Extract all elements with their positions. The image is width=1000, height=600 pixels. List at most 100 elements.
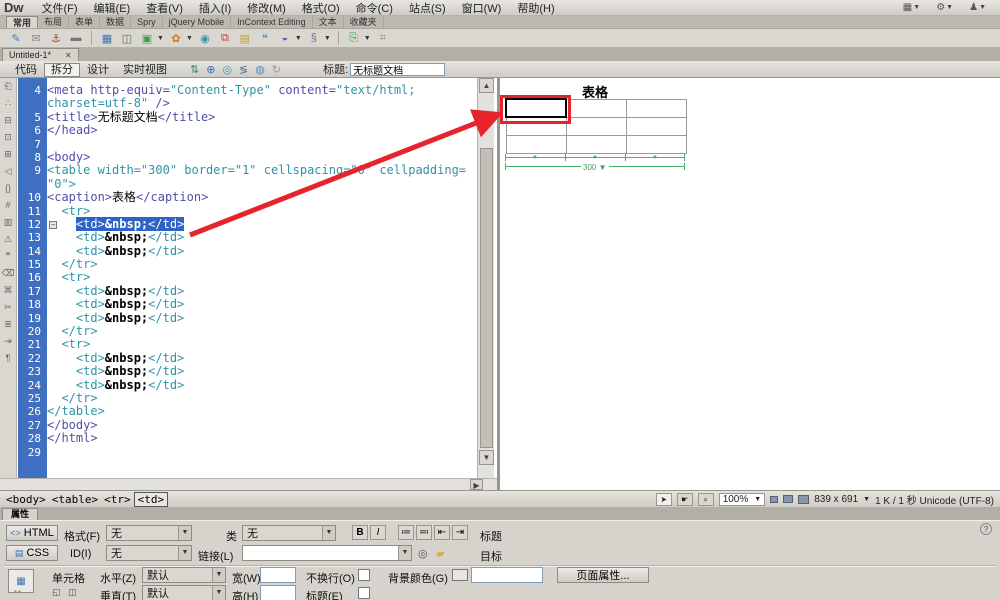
window-size-menu-icon[interactable]: ▼: [863, 496, 870, 503]
merge-cells-icon[interactable]: ◱: [52, 587, 61, 598]
code-line[interactable]: 6</head>: [18, 124, 474, 137]
insert-tab-收藏夹[interactable]: 收藏夹: [344, 16, 384, 28]
unordered-list-icon[interactable]: ≔: [398, 525, 414, 540]
point-to-file-icon[interactable]: ◎: [418, 547, 428, 560]
menu-item[interactable]: 查看(V): [138, 3, 191, 15]
tag-selector-item[interactable]: <body>: [3, 493, 49, 506]
code-line[interactable]: 17 <td>&nbsp;</td>: [18, 285, 474, 298]
dropdown-caret-icon[interactable]: ▼: [364, 35, 371, 42]
inspect-icon[interactable]: ≶: [239, 63, 248, 76]
dropdown-caret-icon[interactable]: ▼: [157, 35, 164, 42]
email-link-icon[interactable]: ✉: [28, 31, 44, 46]
tag-selector-item[interactable]: <table>: [49, 493, 101, 506]
design-view-pane[interactable]: 表格 ▼ ▼ ▼ 300 ▼: [500, 78, 997, 490]
scroll-down-icon[interactable]: ▼: [479, 450, 494, 465]
open-documents-icon[interactable]: ⎗: [4, 81, 11, 91]
insert-div-icon[interactable]: ◫: [119, 31, 135, 46]
refresh-icon[interactable]: ↻: [272, 63, 281, 76]
bold-button[interactable]: B: [352, 525, 368, 540]
hyperlink-icon[interactable]: ✎: [8, 31, 24, 46]
expand-all-icon[interactable]: ⊞: [4, 149, 12, 159]
show-code-navigator-icon[interactable]: ∴: [5, 98, 11, 108]
tablet-size-icon[interactable]: [783, 495, 793, 503]
view-button-拆分[interactable]: 拆分: [44, 63, 80, 77]
menu-item[interactable]: 命令(C): [348, 3, 401, 15]
code-line[interactable]: 20 </tr>: [18, 325, 474, 338]
collapse-full-tag-icon[interactable]: ⊟: [4, 115, 12, 125]
cell-height-input[interactable]: [260, 585, 296, 600]
nowrap-checkbox[interactable]: [358, 569, 370, 581]
window-size-value[interactable]: 839 x 691: [814, 494, 858, 505]
widget-icon[interactable]: ◉: [197, 31, 213, 46]
document-title-input[interactable]: [350, 63, 445, 76]
code-line[interactable]: 23 <td>&nbsp;</td>: [18, 365, 474, 378]
browse-folder-icon[interactable]: ▰: [436, 547, 444, 560]
table-width-bar[interactable]: ▼ ▼ ▼ 300 ▼: [505, 154, 685, 172]
menu-item[interactable]: 窗口(W): [454, 3, 510, 15]
hand-tool-icon[interactable]: ☛: [677, 493, 693, 506]
code-vertical-scrollbar[interactable]: ▲ ▼: [477, 78, 494, 478]
insert-tab-文本[interactable]: 文本: [313, 16, 344, 28]
insert-table-icon[interactable]: ▦: [99, 31, 115, 46]
zoom-tool-icon[interactable]: ⌕: [698, 493, 714, 506]
menu-item[interactable]: 修改(M): [239, 3, 294, 15]
menu-item[interactable]: 编辑(E): [86, 3, 139, 15]
view-button-实时视图[interactable]: 实时视图: [116, 63, 174, 77]
document-tab[interactable]: Untitled-1* ✕: [2, 48, 79, 61]
insert-tab-布局[interactable]: 布局: [38, 16, 69, 28]
highlight-invalid-code-icon[interactable]: ▥: [4, 217, 13, 227]
format-select[interactable]: 无▼: [106, 525, 192, 541]
dropdown-caret-icon[interactable]: ▼: [186, 35, 193, 42]
code-line[interactable]: 5<title>无标题文档</title>: [18, 111, 474, 124]
properties-tab[interactable]: 属性: [2, 508, 38, 520]
collapse-selection-icon[interactable]: ⊡: [4, 132, 12, 142]
head-tags-icon[interactable]: ◒: [277, 31, 293, 46]
code-line[interactable]: 29: [18, 446, 474, 459]
workspace-switcher-icon[interactable]: ▦▼: [903, 2, 920, 13]
header-checkbox[interactable]: [358, 587, 370, 599]
script-icon[interactable]: §: [306, 31, 322, 46]
menu-item[interactable]: 格式(O): [294, 3, 348, 15]
html-mode-button[interactable]: <> HTML: [6, 525, 58, 541]
code-line[interactable]: 4<meta http-equiv="Content-Type" content…: [18, 84, 474, 97]
named-anchor-icon[interactable]: ⚓: [48, 31, 64, 46]
vertical-align-select[interactable]: 默认▼: [142, 585, 226, 600]
code-line[interactable]: 16 <tr>: [18, 271, 474, 284]
insert-tab-表单[interactable]: 表单: [69, 16, 100, 28]
visual-aids-icon[interactable]: ◍: [255, 63, 265, 76]
italic-button[interactable]: I: [370, 525, 386, 540]
panel-gripper[interactable]: ▪▪: [14, 587, 22, 596]
menu-item[interactable]: 帮助(H): [509, 3, 562, 15]
outdent-icon[interactable]: ⇤: [434, 525, 450, 540]
code-line[interactable]: 21 <tr>: [18, 338, 474, 351]
file-management-icon[interactable]: ⇅: [190, 63, 199, 76]
code-line[interactable]: 28</html>: [18, 432, 474, 445]
page-properties-button[interactable]: 页面属性...: [557, 567, 649, 583]
apply-comment-icon[interactable]: ❞: [6, 251, 11, 261]
code-line[interactable]: 11 <tr>: [18, 205, 474, 218]
tag-selector-item[interactable]: <tr>: [101, 493, 134, 506]
insert-tab-jQuery Mobile[interactable]: jQuery Mobile: [163, 16, 232, 28]
insert-tab-InContext Editing[interactable]: InContext Editing: [231, 16, 313, 28]
balance-braces-icon[interactable]: {}: [5, 183, 11, 193]
bg-color-swatch[interactable]: [452, 569, 468, 581]
code-line[interactable]: 8<body>: [18, 151, 474, 164]
date-icon[interactable]: ⧉: [217, 31, 233, 46]
code-line[interactable]: 7: [18, 138, 474, 151]
templates-icon[interactable]: ⎘: [346, 31, 362, 46]
code-line[interactable]: 14 <td>&nbsp;</td>: [18, 245, 474, 258]
code-line[interactable]: 15 </tr>: [18, 258, 474, 271]
insert-image-icon[interactable]: ▣: [139, 31, 155, 46]
id-select[interactable]: 无▼: [106, 545, 192, 561]
code-line[interactable]: charset=utf-8" />: [18, 97, 474, 110]
code-collapse-icon[interactable]: −: [49, 221, 57, 229]
css-mode-button[interactable]: ▤ CSS: [6, 545, 58, 561]
live-code-icon[interactable]: ◎: [222, 63, 232, 76]
design-table-cell[interactable]: [626, 135, 686, 153]
code-horizontal-scrollbar[interactable]: ▶: [0, 478, 497, 490]
comment-icon[interactable]: ❝: [257, 31, 273, 46]
link-input[interactable]: ▼: [242, 545, 412, 561]
design-table-cell[interactable]: [566, 135, 626, 153]
insert-tab-常用[interactable]: 常用: [6, 16, 38, 28]
code-line[interactable]: 27</body>: [18, 419, 474, 432]
